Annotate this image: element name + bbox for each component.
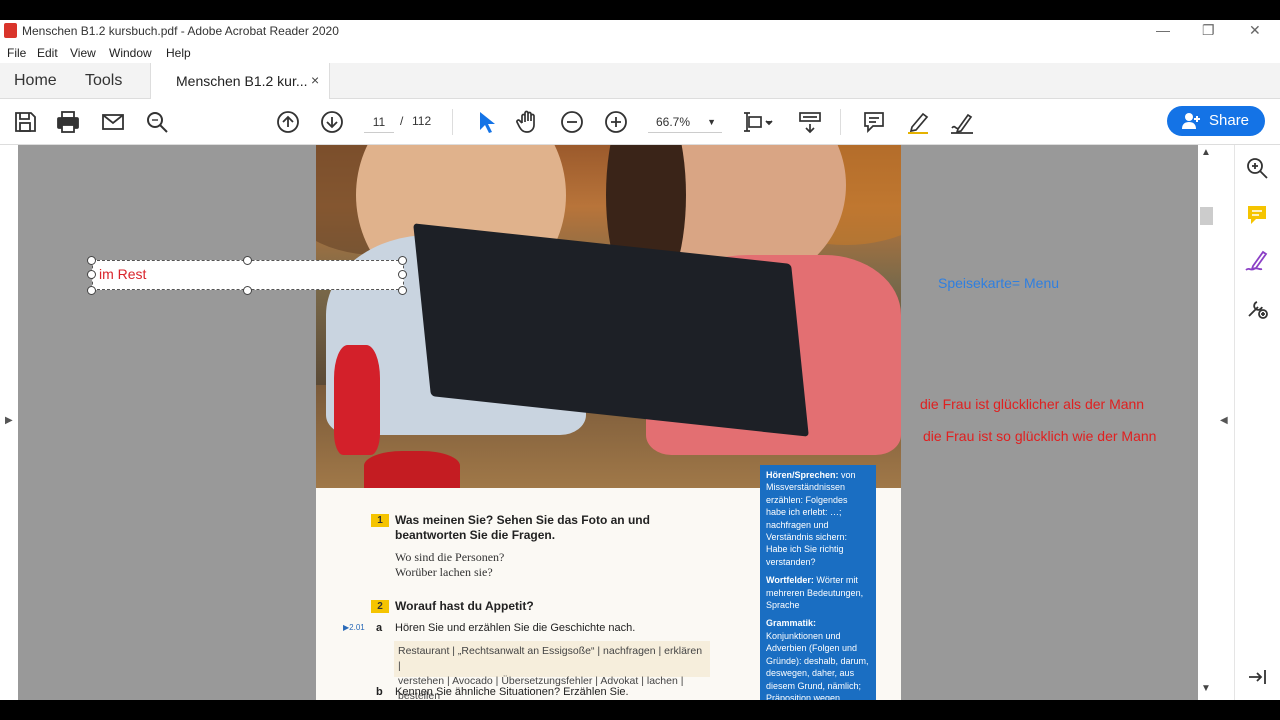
select-cursor-icon[interactable] — [471, 108, 499, 136]
exercise-2-number: 2 — [371, 600, 389, 613]
pdf-page: 1 Was meinen Sie? Sehen Sie das Foto an … — [316, 145, 901, 700]
tab-bar: Home Tools Menschen B1.2 kur... × — [0, 63, 1280, 99]
exercise-1-question-2: Worüber lachen sie? — [395, 565, 493, 579]
scroll-down-icon[interactable]: ▼ — [1201, 683, 1211, 694]
collapse-panel-icon[interactable] — [1243, 663, 1271, 691]
share-button[interactable]: Share — [1167, 106, 1265, 136]
vertical-scrollbar[interactable]: ▲ ▼ — [1198, 145, 1215, 700]
more-tools-icon[interactable] — [1243, 294, 1271, 322]
scrolling-mode-icon[interactable] — [796, 108, 824, 136]
word-box-line1: Restaurant | „Rechtsanwalt an Essigsoße“… — [398, 645, 703, 672]
exercise-2b-text: Kennen Sie ähnliche Situationen? Erzähle… — [395, 686, 629, 698]
annotation-speisekarte[interactable]: Speisekarte= Menu — [938, 275, 1059, 291]
scroll-up-icon[interactable]: ▲ — [1201, 147, 1211, 158]
exercise-1-title-line2: beantworten Sie die Fragen. — [395, 528, 556, 542]
resize-handle[interactable] — [243, 256, 252, 265]
photo-red-vase — [334, 345, 380, 455]
goals-wortfelder: Wortfelder: Wörter mit mehreren Bedeutun… — [766, 575, 864, 611]
exercise-1-title-line1: Was meinen Sie? Sehen Sie das Foto an un… — [395, 513, 650, 527]
title-bar: Menschen B1.2 kursbuch.pdf - Adobe Acrob… — [0, 20, 1280, 42]
audio-track-label: ▶2.01 — [343, 623, 365, 632]
bottom-letterbox — [0, 700, 1280, 720]
tab-document-label: Menschen B1.2 kur... — [176, 73, 308, 89]
print-icon[interactable] — [54, 108, 82, 136]
exercise-2a-text: Hören Sie und erzählen Sie die Geschicht… — [395, 622, 636, 634]
annotation-textbox-text[interactable]: im Rest — [99, 266, 146, 282]
page-total: 112 — [412, 114, 432, 128]
resize-handle[interactable] — [398, 270, 407, 279]
tab-home[interactable]: Home — [14, 72, 57, 90]
minimize-button[interactable]: — — [1156, 22, 1170, 38]
search-icon[interactable] — [143, 108, 171, 136]
pdf-file-icon — [4, 23, 17, 38]
next-page-icon[interactable] — [318, 108, 346, 136]
tab-tools[interactable]: Tools — [85, 72, 122, 90]
zoom-level-value: 66.7% — [656, 115, 691, 129]
tab-close-button[interactable]: × — [311, 72, 319, 88]
resize-handle[interactable] — [87, 270, 96, 279]
page-number-input[interactable]: 11 — [364, 111, 394, 133]
menu-bar: File Edit View Window Help — [0, 42, 1280, 63]
restore-button[interactable]: ❐ — [1202, 22, 1215, 39]
resize-handle[interactable] — [87, 256, 96, 265]
add-user-icon — [1182, 113, 1200, 129]
collapse-right-panel-icon[interactable]: ◀ — [1220, 415, 1228, 426]
goals-grammatik: Grammatik: Konjunktionen und Adverbien (… — [766, 618, 869, 700]
resize-handle[interactable] — [398, 286, 407, 295]
email-icon[interactable] — [99, 108, 127, 136]
goals-hoeren: Hören/Sprechen: von Missverständnissen e… — [766, 470, 856, 567]
right-tools-panel: ◀ — [1215, 145, 1280, 700]
exercise-2-title: Worauf hast du Appetit? — [395, 599, 534, 613]
left-panel-strip: ▶ — [0, 145, 18, 700]
expand-left-panel-icon[interactable]: ▶ — [5, 415, 13, 426]
window-title: Menschen B1.2 kursbuch.pdf - Adobe Acrob… — [22, 24, 339, 38]
scroll-thumb[interactable] — [1200, 207, 1213, 225]
annotation-line-1[interactable]: die Frau ist glücklicher als der Mann — [920, 396, 1144, 412]
word-box: Restaurant | „Rechtsanwalt an Essigsoße“… — [394, 641, 710, 700]
exercise-1-number: 1 — [371, 514, 389, 527]
zoom-tool-icon[interactable] — [1243, 154, 1271, 182]
page-separator: / — [400, 114, 404, 128]
share-button-label: Share — [1209, 112, 1250, 129]
zoom-in-icon[interactable] — [602, 108, 630, 136]
page-photo — [316, 145, 901, 488]
fit-page-icon[interactable] — [740, 108, 776, 136]
previous-page-icon[interactable] — [274, 108, 302, 136]
resize-handle[interactable] — [243, 286, 252, 295]
exercise-2b-letter: b — [376, 686, 383, 698]
chevron-down-icon: ▼ — [707, 117, 716, 127]
save-icon[interactable] — [11, 108, 39, 136]
menu-file[interactable]: File — [7, 46, 26, 60]
exercise-2a-letter: a — [376, 622, 383, 634]
highlight-pen-icon[interactable] — [904, 108, 932, 136]
toolbar-divider — [840, 109, 841, 135]
annotation-line-2[interactable]: die Frau ist so glücklich wie der Mann — [923, 428, 1156, 444]
menu-edit[interactable]: Edit — [37, 46, 58, 60]
close-window-button[interactable]: ✕ — [1249, 22, 1261, 39]
exercise-1-question-1: Wo sind die Personen? — [395, 550, 505, 564]
hand-tool-icon[interactable] — [514, 108, 542, 136]
menu-window[interactable]: Window — [109, 46, 152, 60]
comment-tool-icon[interactable] — [1243, 201, 1271, 229]
menu-view[interactable]: View — [70, 46, 96, 60]
lesson-goals-box: Hören/Sprechen: von Missverständnissen e… — [760, 465, 876, 700]
menu-help[interactable]: Help — [166, 46, 191, 60]
acrobat-window: Menschen B1.2 kursbuch.pdf - Adobe Acrob… — [0, 0, 1280, 720]
zoom-out-icon[interactable] — [558, 108, 586, 136]
toolbar: 11 / 112 66.7% ▼ Share — [0, 99, 1280, 145]
zoom-level-select[interactable]: 66.7% ▼ — [648, 111, 722, 133]
photo-red-cup — [364, 451, 460, 488]
tab-document[interactable]: Menschen B1.2 kur... × — [150, 63, 330, 99]
resize-handle[interactable] — [398, 256, 407, 265]
resize-handle[interactable] — [87, 286, 96, 295]
fill-sign-icon[interactable] — [1243, 247, 1271, 275]
toolbar-divider — [452, 109, 453, 135]
top-letterbox — [0, 0, 1280, 20]
comment-icon[interactable] — [860, 108, 888, 136]
sign-pen-icon[interactable] — [948, 108, 976, 136]
